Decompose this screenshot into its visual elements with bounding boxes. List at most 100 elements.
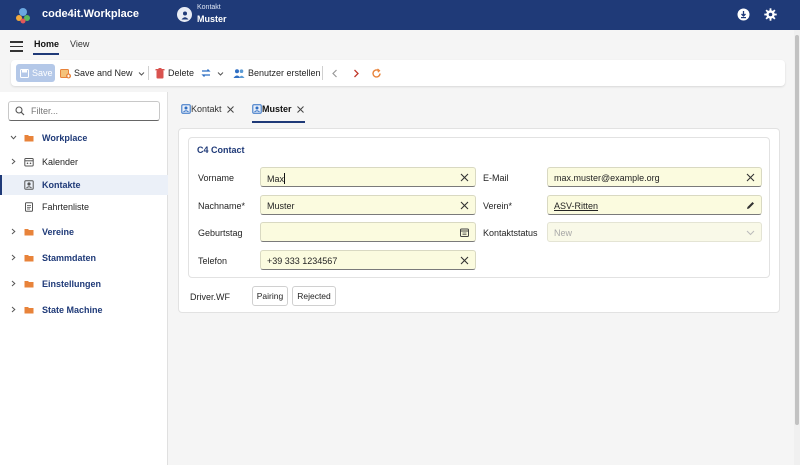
verein-field[interactable]: ASV-Ritten (547, 195, 762, 215)
tab-label: Muster (262, 104, 292, 114)
chevron-right-icon[interactable] (10, 228, 17, 235)
users-icon (233, 68, 245, 78)
pairing-button[interactable]: Pairing (252, 286, 288, 306)
geburtstag-field[interactable] (260, 222, 476, 242)
chevron-right-icon (354, 69, 359, 77)
filter-field[interactable] (8, 101, 160, 121)
chevron-down-icon (217, 71, 224, 76)
toolbar-divider (322, 66, 323, 80)
trash-icon (155, 67, 165, 78)
geburtstag-label: Geburtstag (198, 228, 243, 238)
sync-dropdown-button[interactable] (200, 64, 224, 82)
rejected-button[interactable]: Rejected (292, 286, 336, 306)
previous-record-button[interactable] (331, 64, 339, 82)
refresh-button[interactable] (371, 64, 382, 82)
active-tab-indicator (33, 53, 59, 55)
active-tab-indicator (252, 121, 305, 123)
kontaktstatus-select[interactable]: New (547, 222, 762, 242)
telefon-field[interactable]: +39 333 1234567 (260, 250, 476, 270)
contact-card-icon (181, 104, 191, 114)
tab-kontakt[interactable]: Kontakt (181, 102, 235, 116)
sidebar-item-kalender[interactable]: Kalender (0, 152, 168, 172)
download-icon[interactable] (736, 7, 751, 22)
clear-icon[interactable] (460, 256, 469, 265)
sidebar-item-stammdaten[interactable]: Stammdaten (0, 248, 168, 268)
hamburger-menu-icon[interactable] (10, 41, 23, 52)
folder-icon (24, 255, 34, 262)
app-logo-icon[interactable] (14, 6, 32, 24)
sidebar-item-state-machine[interactable]: State Machine (0, 300, 168, 320)
workflow-label: Driver.WF (190, 292, 230, 302)
delete-button[interactable]: Delete (155, 64, 194, 82)
save-button-label: Save (32, 68, 53, 78)
context-type: Kontakt (197, 4, 221, 11)
sidebar-item-einstellungen[interactable]: Einstellungen (0, 274, 168, 294)
ribbon-tab-view[interactable]: View (70, 39, 89, 49)
context-name: Muster (197, 14, 227, 24)
vorname-field[interactable]: Max (260, 167, 476, 187)
nachname-label: Nachname* (198, 201, 246, 211)
chevron-down-icon[interactable] (138, 70, 145, 77)
folder-icon (24, 135, 34, 142)
next-record-button[interactable] (352, 64, 360, 82)
save-and-new-label: Save and New (74, 68, 133, 78)
save-button[interactable]: Save (16, 64, 55, 82)
close-icon[interactable] (296, 105, 305, 114)
create-user-label: Benutzer erstellen (248, 68, 321, 78)
calendar-icon (24, 158, 34, 167)
email-label: E-Mail (483, 173, 509, 183)
kontaktstatus-value: New (554, 228, 573, 238)
clear-icon[interactable] (460, 201, 469, 210)
nachname-field[interactable]: Muster (260, 195, 476, 215)
sidebar-item-label: Vereine (42, 227, 75, 237)
sidebar-item-label: Fahrtenliste (42, 202, 90, 212)
save-and-new-button[interactable]: Save and New (60, 64, 145, 82)
chevron-right-icon[interactable] (10, 280, 17, 287)
refresh-icon (372, 68, 381, 78)
chevron-right-icon[interactable] (10, 306, 17, 313)
tab-muster[interactable]: Muster (252, 102, 305, 116)
calendar-icon[interactable] (460, 228, 469, 237)
create-user-button[interactable]: Benutzer erstellen (233, 64, 321, 82)
chevron-down-icon[interactable] (10, 134, 17, 141)
app-title[interactable]: code4it.Workplace (42, 8, 139, 20)
scrollbar-thumb[interactable] (795, 35, 799, 425)
sidebar-item-label: Stammdaten (42, 253, 97, 263)
save-disk-icon (20, 68, 29, 78)
toolbar: Save Save and New Delete Benutzer erstel… (11, 60, 785, 86)
chevron-down-icon (746, 230, 755, 236)
folder-icon (24, 229, 34, 236)
sidebar: Workplace Kalender Kontakte Fahrtenliste… (0, 92, 168, 465)
toolbar-divider (148, 66, 149, 80)
sidebar-item-label: Einstellungen (42, 279, 102, 289)
folder-icon (24, 281, 34, 288)
verein-link[interactable]: ASV-Ritten (554, 201, 598, 211)
edit-pencil-icon[interactable] (746, 201, 755, 210)
ribbon-tab-home[interactable]: Home (34, 39, 59, 49)
settings-gear-icon[interactable] (763, 7, 778, 22)
vorname-value: Max (267, 173, 286, 184)
sidebar-item-kontakte[interactable]: Kontakte (0, 175, 168, 195)
sync-icon (201, 69, 211, 77)
clear-icon[interactable] (746, 173, 755, 182)
sidebar-item-fahrtenliste[interactable]: Fahrtenliste (0, 197, 168, 217)
sidebar-item-workplace[interactable]: Workplace (0, 128, 168, 148)
email-field[interactable]: max.muster@example.org (547, 167, 762, 187)
contact-card-icon (24, 180, 34, 190)
save-and-new-icon (60, 68, 71, 78)
document-icon (25, 202, 33, 212)
sidebar-item-vereine[interactable]: Vereine (0, 222, 168, 242)
contact-card-icon (252, 104, 262, 114)
kontaktstatus-label: Kontaktstatus (483, 228, 538, 238)
tab-label: Kontakt (191, 104, 222, 114)
sidebar-item-label: Kalender (42, 157, 79, 167)
filter-input[interactable] (31, 104, 155, 118)
chevron-right-icon[interactable] (10, 158, 17, 165)
telefon-label: Telefon (198, 256, 228, 266)
email-value: max.muster@example.org (554, 173, 660, 183)
chevron-right-icon[interactable] (10, 254, 17, 261)
close-icon[interactable] (226, 105, 235, 114)
top-bar: code4it.Workplace Kontakt Muster (0, 0, 800, 30)
telefon-value: +39 333 1234567 (267, 256, 338, 266)
clear-icon[interactable] (460, 173, 469, 182)
